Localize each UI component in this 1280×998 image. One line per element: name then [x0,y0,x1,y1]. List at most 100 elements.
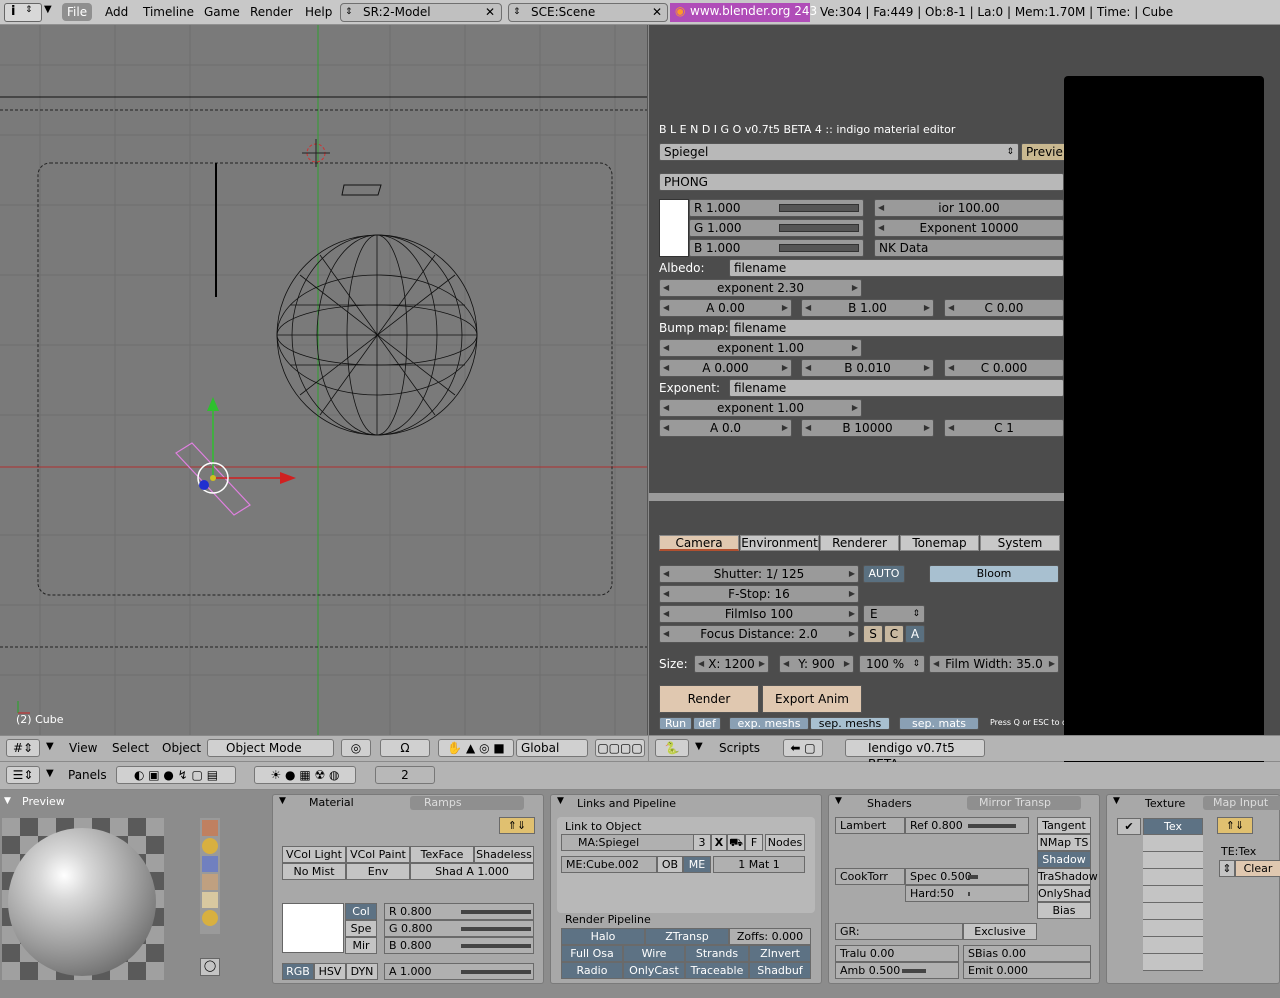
a-button[interactable]: A [905,625,925,643]
radio-button[interactable]: Radio [561,962,623,979]
filmiso-field[interactable]: ◀ FilmIso 100 ▶ [659,605,859,623]
close-icon[interactable]: ✕ [485,4,495,21]
grid-icon[interactable]: #⇕ [6,739,40,757]
unlink-button[interactable]: X [711,834,727,851]
material-tab[interactable]: Material [289,795,354,811]
sep-mats-button[interactable]: sep. mats [899,717,979,730]
shadeless-button[interactable]: Shadeless [474,846,534,863]
bias-button[interactable]: Bias [1037,902,1091,919]
window-type-button[interactable]: i ⇕ [4,3,42,22]
bump-b[interactable]: ◀ B 0.010 ▶ [801,359,934,377]
col-button[interactable]: Col [345,903,377,920]
specular-shader-dropdown[interactable]: CookTorr [835,868,905,885]
exponent-field[interactable]: ◀ Exponent 10000 [874,219,1064,237]
menu-file[interactable]: File [62,3,93,21]
menu-panels[interactable]: Panels [68,768,107,782]
x-size-field[interactable]: ◀ X: 1200 ▶ [694,655,769,673]
exp-a[interactable]: ◀ A 0.0 ▶ [659,419,792,437]
exp-meshs-button[interactable]: exp. meshs [729,717,809,730]
texface-button[interactable]: TexFace [410,846,474,863]
script-selector[interactable]: Iendigo v0.7t5 BETA [845,739,985,771]
albedo-exponent[interactable]: ◀ exponent 2.30 ▶ [659,279,862,297]
zoffs-field[interactable]: Zoffs: 0.000 [729,928,811,945]
c-button[interactable]: C [884,625,904,643]
menu-timeline[interactable]: Timeline [138,3,199,21]
shadbuf-button[interactable]: Shadbuf [749,962,811,979]
halo-button[interactable]: Halo [561,928,645,945]
collapse-triangle-icon[interactable]: ▼ [279,796,286,806]
fstop-field[interactable]: ◀ F-Stop: 16 ▶ [659,585,859,603]
preview-button[interactable]: Previe [1021,143,1069,161]
material-selector[interactable]: MA:Spiegel [561,834,711,851]
emit-slider[interactable]: Emit 0.000 [963,962,1091,979]
tab-camera[interactable]: Camera [659,535,739,551]
links-pipeline-tab[interactable]: Links and Pipeline [577,797,676,810]
color-swatch[interactable] [659,199,689,257]
menu-view[interactable]: View [69,741,97,755]
menu-render[interactable]: Render [245,3,298,21]
group-field[interactable]: GR: [835,923,963,940]
g-slider[interactable]: G 1.000 [689,219,864,237]
spe-button[interactable]: Spe [345,920,377,937]
mirror-transp-tab[interactable]: Mirror Transp [967,796,1081,810]
exponent-filename[interactable]: filename [729,379,1064,397]
hair-preview-icon[interactable] [202,892,218,908]
mat-alpha-slider[interactable]: A 1.000 [384,963,534,980]
focus-distance-field[interactable]: ◀ Focus Distance: 2.0 ▶ [659,625,859,643]
onlyshad-button[interactable]: OnlyShad [1037,885,1091,902]
manipulator-icon[interactable]: ✋ ▲ ◎ ■ [438,739,514,757]
clear-button[interactable]: Clear [1235,860,1280,877]
frame-field[interactable]: 2 [375,766,435,784]
onlycast-button[interactable]: OnlyCast [623,962,685,979]
shaders-tab[interactable]: Shaders [867,797,912,810]
layers-icon[interactable]: ▢▢▢▢ [595,739,645,757]
orientation-selector[interactable]: Global [516,739,588,757]
cube-preview-icon[interactable] [202,856,218,872]
mat-r-slider[interactable]: R 0.800 [384,903,534,920]
mat-index-field[interactable]: 1 Mat 1 [713,856,805,873]
tab-tonemap[interactable]: Tonemap [900,535,979,551]
bump-exponent[interactable]: ◀ exponent 1.00 ▶ [659,339,862,357]
python-icon[interactable]: 🐍 [655,739,689,757]
menu-select[interactable]: Select [112,741,149,755]
y-size-field[interactable]: ◀ Y: 900 ▶ [779,655,854,673]
tab-environment[interactable]: Environment [740,535,819,551]
percent-dropdown[interactable]: 100 % ⇕ [859,655,925,673]
no-mist-button[interactable]: No Mist [282,863,346,880]
mir-button[interactable]: Mir [345,937,377,954]
collapse-menu-icon[interactable]: ▼ [695,741,703,752]
run-button[interactable]: Run [659,717,692,730]
3d-viewport[interactable]: (2) Cube [0,25,648,735]
albedo-b[interactable]: ◀ B 1.00 ▶ [801,299,934,317]
shadow-button[interactable]: Shadow [1037,851,1091,868]
ref-slider[interactable]: Ref 0.800 [905,817,1029,834]
nodes-button[interactable]: Nodes [765,834,805,851]
nk-data-field[interactable]: NK Data [874,239,1064,257]
car-icon[interactable]: ⛟ [727,834,745,851]
sbias-slider[interactable]: SBias 0.00 [963,945,1091,962]
bump-a[interactable]: ◀ A 0.000 ▶ [659,359,792,377]
trashadow-button[interactable]: TraShadow [1037,868,1098,885]
blender-url-badge[interactable]: ◉ www.blender.org 243 [670,3,817,22]
buttons-window-icon[interactable]: ☰⇕ [6,766,40,784]
bloom-button[interactable]: Bloom [929,565,1059,583]
collapse-triangle-icon[interactable]: ▼ [4,796,11,806]
collapse-menu-icon[interactable]: ▼ [46,768,54,779]
exp-b[interactable]: ◀ B 10000 ▶ [801,419,934,437]
map-input-tab[interactable]: Map Input [1203,796,1280,810]
shading-context-icons[interactable]: ☀ ● ▦ ☢ ◍ [254,766,356,784]
preview-refresh-icon[interactable]: ◯ [200,958,220,976]
zinvert-button[interactable]: ZInvert [749,945,811,962]
amb-slider[interactable]: Amb 0.500 [835,962,959,979]
fake-user-button[interactable]: F [745,834,763,851]
ztransp-button[interactable]: ZTransp [645,928,729,945]
ramps-tab[interactable]: Ramps [410,796,524,810]
exclusive-button[interactable]: Exclusive [963,923,1037,940]
film-width-field[interactable]: ◀ Film Width: 35.0 ▶ [929,655,1059,673]
preview-type-icons[interactable] [200,818,220,934]
diffuse-shader-dropdown[interactable]: Lambert [835,817,905,834]
dyn-button[interactable]: DYN [346,963,378,980]
def-button[interactable]: def [693,717,721,730]
me-button[interactable]: ME [683,856,711,873]
rgb-button[interactable]: RGB [282,963,314,980]
